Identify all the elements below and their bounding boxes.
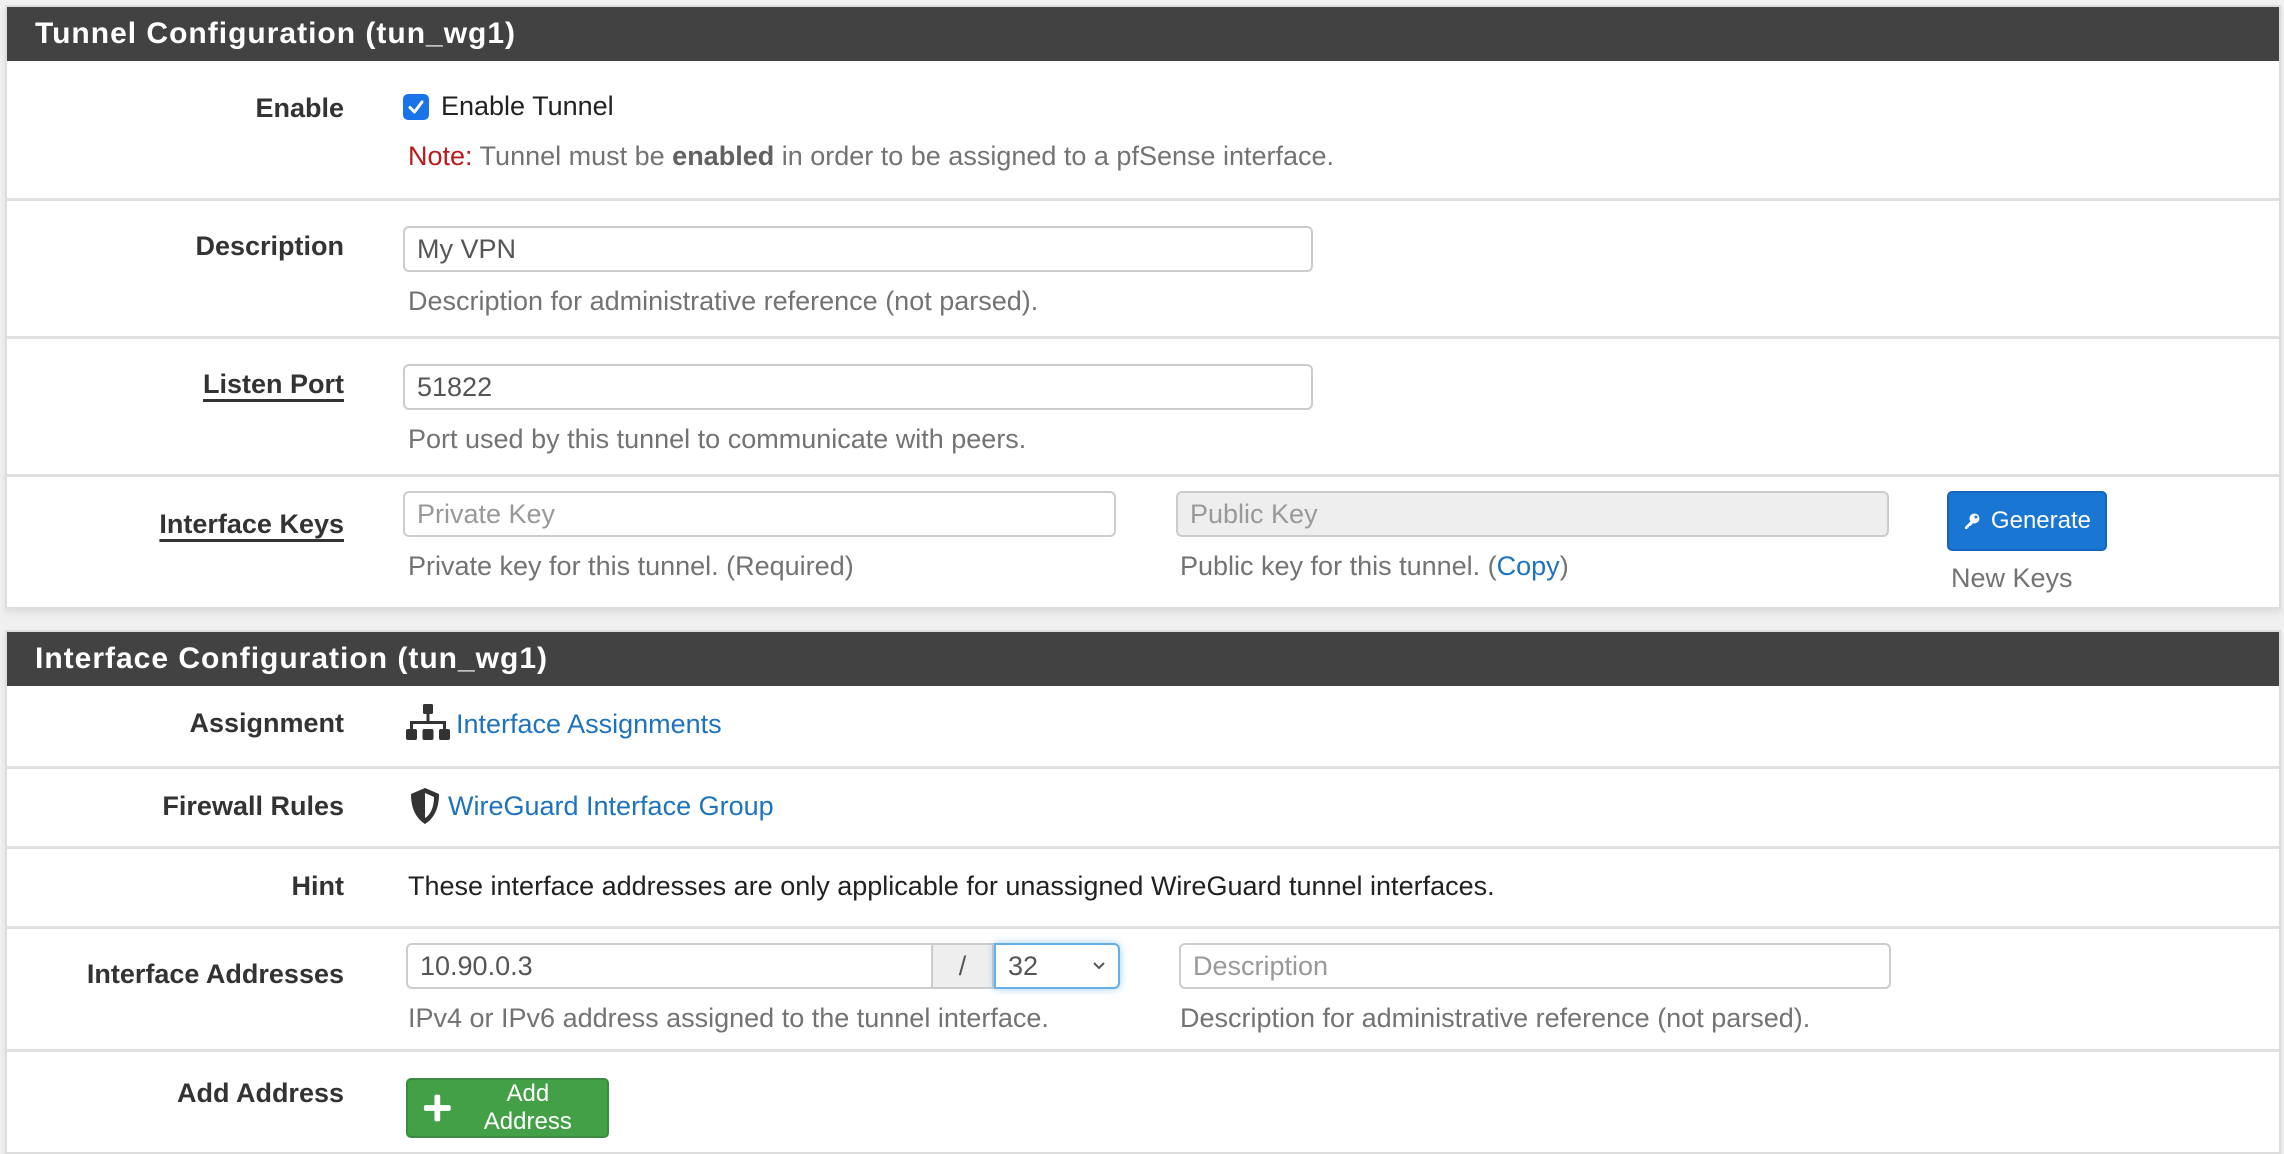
copy-public-key-link[interactable]: Copy — [1497, 551, 1560, 581]
note-bold: enabled — [672, 141, 775, 171]
cidr-select[interactable]: 32 — [994, 943, 1120, 989]
assignment-label: Assignment — [189, 708, 344, 738]
private-key-help: Private key for this tunnel. (Required) — [408, 551, 854, 581]
private-key-input[interactable] — [403, 491, 1116, 537]
enable-label: Enable — [255, 93, 344, 123]
listen-port-input[interactable] — [403, 364, 1313, 410]
enable-tunnel-checkbox-wrap[interactable]: Enable Tunnel — [403, 91, 614, 122]
public-key-help-text: Public key for this tunnel. ( — [1180, 551, 1497, 581]
public-key-input — [1176, 491, 1889, 537]
listen-port-row: Listen Port Port used by this tunnel to … — [7, 336, 2279, 474]
generate-label: Generate — [1990, 507, 2091, 534]
hint-label: Hint — [291, 871, 344, 901]
note-prefix: Note: — [408, 141, 473, 171]
chevron-down-icon — [1093, 962, 1105, 970]
note-text: Tunnel must be — [472, 141, 673, 171]
address-description-input[interactable] — [1179, 943, 1891, 989]
checkmark-icon — [408, 100, 424, 113]
interface-configuration-panel: Interface Configuration (tun_wg1) Assign… — [5, 630, 2281, 1154]
tunnel-configuration-title: Tunnel Configuration (tun_wg1) — [7, 7, 2279, 61]
listen-port-help: Port used by this tunnel to communicate … — [408, 424, 1027, 454]
assignment-link-wrap[interactable]: Interface Assignments — [406, 704, 722, 744]
address-description-help: Description for administrative reference… — [1180, 1003, 1811, 1033]
firewall-rules-link-wrap[interactable]: WireGuard Interface Group — [408, 786, 774, 826]
interface-keys-label[interactable]: Interface Keys — [159, 509, 344, 540]
interface-address-input[interactable] — [406, 943, 931, 989]
firewall-rules-row: Firewall Rules WireGuard Interface Group — [7, 766, 2279, 846]
hint-row: Hint These interface addresses are only … — [7, 846, 2279, 926]
public-key-help-suffix: ) — [1559, 551, 1569, 581]
description-input[interactable] — [403, 226, 1313, 272]
interface-assignments-link[interactable]: Interface Assignments — [456, 709, 722, 740]
interface-keys-row: Interface Keys Private key for this tunn… — [7, 474, 2279, 608]
plus-icon — [423, 1094, 451, 1122]
key-icon — [1964, 513, 1980, 529]
interface-addresses-row: Interface Addresses / 32 IPv4 or IPv6 ad… — [7, 926, 2279, 1049]
new-keys-help: New Keys — [1951, 563, 2073, 593]
generate-keys-button[interactable]: Generate — [1947, 491, 2107, 551]
interface-addresses-label: Interface Addresses — [86, 959, 344, 989]
listen-port-label[interactable]: Listen Port — [203, 369, 344, 400]
add-address-label: Add Address — [176, 1078, 344, 1108]
note-text-end: in order to be assigned to a pfSense int… — [774, 141, 1335, 171]
sitemap-icon — [406, 704, 450, 740]
enable-row: Enable Enable Tunnel Note: Tunnel must b… — [7, 61, 2279, 198]
cidr-select-value: 32 — [1008, 950, 1039, 981]
interface-configuration-title: Interface Configuration (tun_wg1) — [7, 632, 2279, 686]
wireguard-interface-group-link[interactable]: WireGuard Interface Group — [448, 791, 774, 822]
description-label: Description — [195, 231, 344, 261]
tunnel-configuration-panel: Tunnel Configuration (tun_wg1) Enable En… — [5, 5, 2281, 609]
enable-note: Note: Tunnel must be enabled in order to… — [408, 141, 1334, 172]
shield-icon — [411, 788, 439, 824]
hint-text: These interface addresses are only appli… — [408, 871, 1495, 901]
add-address-button[interactable]: Add Address — [406, 1078, 609, 1138]
interface-address-help: IPv4 or IPv6 address assigned to the tun… — [408, 1003, 1049, 1033]
address-input-group: / 32 — [406, 943, 1120, 991]
description-row: Description Description for administrati… — [7, 198, 2279, 336]
cidr-separator: / — [931, 943, 994, 989]
firewall-rules-label: Firewall Rules — [162, 791, 344, 821]
add-address-button-label: Add Address — [483, 1080, 572, 1135]
assignment-row: Assignment Interface Assignments — [7, 686, 2279, 766]
public-key-help: Public key for this tunnel. (Copy) — [1180, 551, 1569, 582]
description-help: Description for administrative reference… — [408, 286, 1039, 316]
enable-tunnel-label: Enable Tunnel — [441, 91, 614, 121]
enable-tunnel-checkbox[interactable] — [403, 93, 429, 120]
add-address-row: Add Address Add Address — [7, 1049, 2279, 1149]
